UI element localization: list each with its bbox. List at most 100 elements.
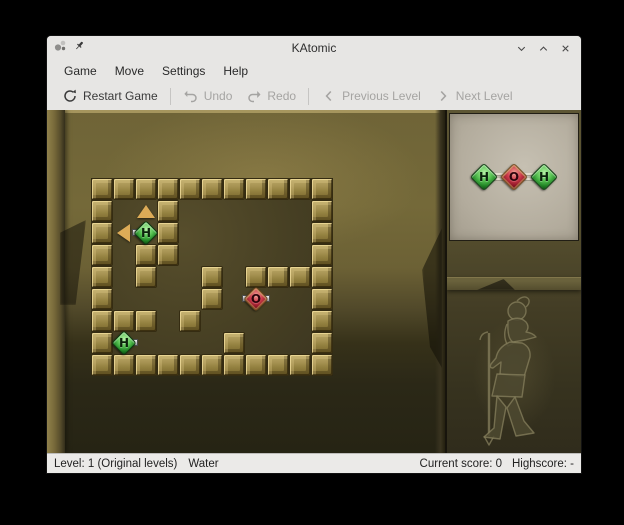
katomic-window: KAtomic GameMoveSettingsHelp Restart Gam… — [47, 36, 581, 473]
wall-tile — [289, 178, 311, 200]
wall-tile — [113, 310, 135, 332]
toolbar-button-label: Restart Game — [83, 89, 158, 103]
wall-tile — [289, 266, 311, 288]
undo-icon — [183, 88, 199, 104]
wall-tile — [113, 178, 135, 200]
right-pillar-shadow — [422, 228, 442, 368]
wall-tile — [311, 310, 333, 332]
wall-tile — [157, 222, 179, 244]
atom-symbol: O — [245, 288, 267, 310]
toolbar-undo-button: Undo — [176, 85, 240, 107]
restart-icon — [62, 88, 78, 104]
wall-tile — [311, 178, 333, 200]
toolbar-separator — [308, 88, 309, 105]
status-level: Level: 1 (Original levels) — [54, 458, 177, 470]
toolbar-button-label: Next Level — [456, 89, 513, 103]
minimize-button[interactable] — [514, 41, 528, 55]
wall-tile — [91, 222, 113, 244]
wall-tile — [223, 354, 245, 376]
wall-tile — [223, 178, 245, 200]
atom-symbol: O — [502, 165, 526, 189]
wall-tile — [113, 354, 135, 376]
wall-tile — [135, 266, 157, 288]
egyptian-figure-icon — [455, 288, 573, 448]
wall-tile — [267, 266, 289, 288]
atom-oxygen: O — [502, 165, 526, 189]
app-icon — [54, 39, 67, 57]
wall-tile — [179, 310, 201, 332]
status-molecule: Water — [188, 458, 218, 470]
game-area: HOH HOH — [47, 110, 581, 453]
wall-tile — [311, 200, 333, 222]
atom-hydrogen[interactable]: H — [113, 332, 135, 354]
toolbar-next-level-button: Next Level — [428, 85, 520, 107]
window-title: KAtomic — [47, 41, 581, 55]
menu-bar: GameMoveSettingsHelp — [47, 60, 581, 82]
egyptian-relief — [455, 288, 573, 448]
board-grid: H O H — [91, 178, 333, 376]
toolbar-button-label: Redo — [267, 89, 296, 103]
wall-tile — [135, 244, 157, 266]
redo-icon — [246, 88, 262, 104]
molecule-preview: HOH — [449, 113, 579, 241]
wall-tile — [201, 266, 223, 288]
atom-hydrogen: H — [532, 165, 556, 189]
wall-tile — [311, 244, 333, 266]
menu-item-game[interactable]: Game — [55, 62, 106, 80]
toolbar-separator — [170, 88, 171, 105]
close-button[interactable] — [558, 41, 572, 55]
wall-tile — [91, 288, 113, 310]
toolbar-button-label: Undo — [204, 89, 233, 103]
wall-tile — [223, 332, 245, 354]
wall-tile — [311, 266, 333, 288]
wall-tile — [157, 200, 179, 222]
status-score: Current score: 0 — [420, 458, 502, 470]
menu-item-help[interactable]: Help — [214, 62, 257, 80]
wall-tile — [179, 178, 201, 200]
maximize-button[interactable] — [536, 41, 550, 55]
wall-tile — [267, 178, 289, 200]
side-panel: HOH — [445, 110, 581, 453]
wall-tile — [157, 178, 179, 200]
target-molecule: HOH — [472, 165, 556, 189]
wall-tile — [311, 288, 333, 310]
wall-tile — [245, 178, 267, 200]
wall-tile — [157, 354, 179, 376]
pin-icon[interactable] — [73, 39, 86, 57]
wall-tile — [311, 354, 333, 376]
wall-tile — [201, 288, 223, 310]
atom-symbol: H — [113, 332, 135, 354]
left-pillar-shadow — [60, 220, 86, 305]
toolbar-previous-level-button: Previous Level — [314, 85, 428, 107]
game-board: H O H — [47, 110, 445, 453]
move-arrow-left[interactable] — [117, 224, 130, 242]
wall-tile — [201, 178, 223, 200]
wall-tile — [311, 222, 333, 244]
move-arrow-up[interactable] — [137, 205, 155, 218]
wall-tile — [289, 354, 311, 376]
toolbar-restart-game-button[interactable]: Restart Game — [55, 85, 165, 107]
wall-tile — [91, 266, 113, 288]
wall-tile — [91, 332, 113, 354]
menu-item-settings[interactable]: Settings — [153, 62, 214, 80]
wall-tile — [245, 266, 267, 288]
title-bar[interactable]: KAtomic — [47, 36, 581, 60]
chevron-left-icon — [321, 88, 337, 104]
wall-tile — [91, 310, 113, 332]
wall-tile — [91, 178, 113, 200]
atom-oxygen[interactable]: O — [245, 288, 267, 310]
atom-hydrogen[interactable]: H — [135, 222, 157, 244]
toolbar: Restart Game Undo Redo Previous Level Next L… — [47, 82, 581, 110]
chevron-right-icon — [435, 88, 451, 104]
status-highscore: Highscore: - — [512, 458, 574, 470]
atom-symbol: H — [532, 165, 556, 189]
toolbar-button-label: Previous Level — [342, 89, 421, 103]
wall-tile — [157, 244, 179, 266]
wall-tile — [267, 354, 289, 376]
menu-item-move[interactable]: Move — [106, 62, 153, 80]
atom-hydrogen: H — [472, 165, 496, 189]
wall-tile — [91, 244, 113, 266]
wall-tile — [245, 354, 267, 376]
wall-tile — [311, 332, 333, 354]
wall-tile — [135, 354, 157, 376]
